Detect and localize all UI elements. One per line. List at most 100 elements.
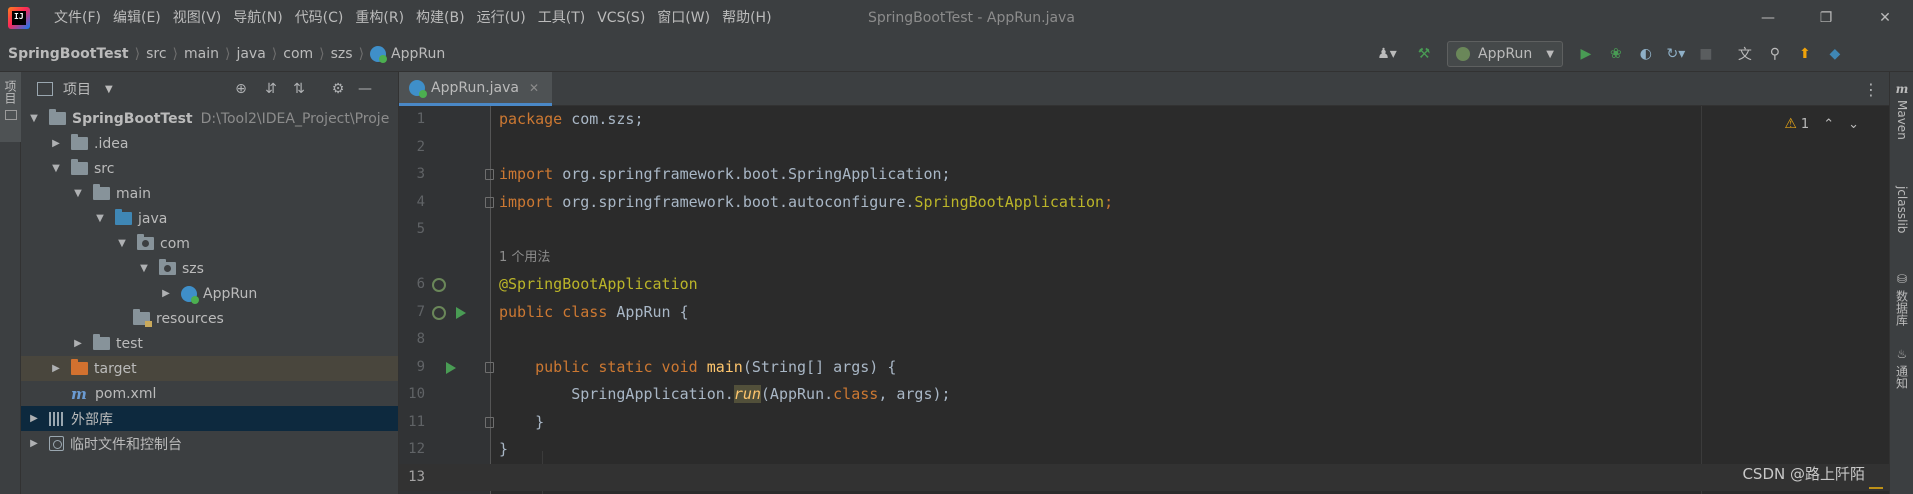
- code-line[interactable]: 11 }: [399, 409, 1889, 437]
- tree-row-java[interactable]: ▼ java: [21, 206, 398, 231]
- maven-tool-tab[interactable]: m Maven: [1890, 82, 1913, 140]
- breadcrumb-src[interactable]: src: [146, 46, 166, 62]
- menu-edit[interactable]: 编辑(E): [107, 0, 167, 36]
- stop-icon[interactable]: ■: [1694, 42, 1718, 66]
- chevron-right-icon[interactable]: ▶: [49, 138, 63, 149]
- tree-row-resources[interactable]: ▶ resources: [21, 306, 398, 331]
- collapse-all-icon[interactable]: ⇅: [289, 79, 309, 99]
- more-vertical-icon[interactable]: ⋮: [1863, 80, 1879, 99]
- chevron-right-icon[interactable]: ▶: [159, 288, 173, 299]
- menu-code[interactable]: 代码(C): [289, 0, 350, 36]
- menu-help[interactable]: 帮助(H): [716, 0, 777, 36]
- chevron-right-icon[interactable]: ▶: [27, 438, 41, 449]
- locate-file-icon[interactable]: ⊕: [231, 79, 251, 99]
- notifications-tool-tab[interactable]: ♨ 通知: [1890, 347, 1913, 389]
- menu-window[interactable]: 窗口(W): [651, 0, 716, 36]
- run-gutter-icon[interactable]: [446, 361, 456, 374]
- tree-row-szs[interactable]: ▼ szs: [21, 256, 398, 281]
- breadcrumb-main[interactable]: main: [184, 46, 219, 62]
- code-line[interactable]: 10 SpringApplication.run(AppRun.class, a…: [399, 381, 1889, 409]
- code-line[interactable]: 8: [399, 326, 1889, 354]
- code-line[interactable]: 2: [399, 134, 1889, 162]
- chevron-down-icon[interactable]: ▼: [71, 188, 85, 199]
- project-view-label[interactable]: 项目: [63, 79, 91, 99]
- translate-icon[interactable]: 文: [1733, 42, 1757, 66]
- code-line[interactable]: 6 @SpringBootApplication: [399, 271, 1889, 299]
- breadcrumb-apprun[interactable]: AppRun: [391, 46, 445, 62]
- search-icon[interactable]: ⚲: [1763, 42, 1787, 66]
- database-tool-tab[interactable]: ⛁ 数据库: [1890, 272, 1913, 326]
- breadcrumb-szs[interactable]: szs: [331, 46, 353, 62]
- plugin-icon[interactable]: ◆: [1823, 42, 1847, 66]
- code-line[interactable]: 12 }: [399, 436, 1889, 464]
- close-window-icon[interactable]: ✕: [1862, 0, 1908, 36]
- code-line[interactable]: 9 public static void main(String[] args)…: [399, 354, 1889, 382]
- tree-row-apprun[interactable]: ▶ AppRun: [21, 281, 398, 306]
- user-icon[interactable]: ♟▾: [1375, 42, 1399, 66]
- menu-tools[interactable]: 工具(T): [532, 0, 591, 36]
- code-line[interactable]: 1 package com.szs;: [399, 106, 1889, 134]
- hide-panel-icon[interactable]: —: [355, 79, 375, 99]
- menu-vcs[interactable]: VCS(S): [591, 0, 651, 36]
- chevron-down-icon[interactable]: ▼: [27, 113, 41, 124]
- tree-row-external-libraries[interactable]: ▶ 外部库: [21, 406, 398, 431]
- profile-icon[interactable]: ↻▾: [1664, 42, 1688, 66]
- breadcrumb-com[interactable]: com: [283, 46, 313, 62]
- menu-run[interactable]: 运行(U): [471, 0, 532, 36]
- debug-icon[interactable]: ❀: [1604, 42, 1628, 66]
- jclasslib-tool-label: jclasslib: [1895, 186, 1909, 234]
- code-line[interactable]: 7 public class AppRun {: [399, 299, 1889, 327]
- editor-tab-apprun[interactable]: AppRun.java ✕: [399, 72, 552, 106]
- expand-all-icon[interactable]: ⇵: [261, 79, 281, 99]
- build-hammer-icon[interactable]: ⚒: [1412, 42, 1436, 66]
- tree-row-main[interactable]: ▼ main: [21, 181, 398, 206]
- chevron-down-icon[interactable]: ▼: [115, 238, 129, 249]
- code-line[interactable]: 5: [399, 216, 1889, 244]
- warning-stripe-marker[interactable]: [1869, 487, 1883, 489]
- breadcrumb-java[interactable]: java: [236, 46, 265, 62]
- fold-icon[interactable]: [485, 416, 494, 428]
- menu-build[interactable]: 构建(B): [410, 0, 471, 36]
- tree-row-idea[interactable]: ▶ .idea: [21, 131, 398, 156]
- tree-row-com[interactable]: ▼ com: [21, 231, 398, 256]
- chevron-right-icon[interactable]: ▶: [49, 363, 63, 374]
- project-tool-tab[interactable]: 项目: [0, 72, 21, 142]
- usage-hint[interactable]: 1 个用法: [499, 244, 550, 272]
- tree-row-target[interactable]: ▶ target: [21, 356, 398, 381]
- gear-icon[interactable]: ⚙: [328, 79, 348, 99]
- tree-row-scratches[interactable]: ▶ 临时文件和控制台: [21, 431, 398, 456]
- chevron-down-icon[interactable]: ▼: [49, 163, 63, 174]
- close-tab-icon[interactable]: ✕: [529, 81, 539, 95]
- tree-row-test[interactable]: ▶ test: [21, 331, 398, 356]
- left-tool-stripe: 项目: [0, 72, 21, 494]
- code-line-current[interactable]: 13: [399, 463, 1889, 491]
- chevron-right-icon[interactable]: ▶: [27, 413, 41, 424]
- chevron-right-icon[interactable]: ▶: [71, 338, 85, 349]
- chevron-down-icon[interactable]: ▼: [137, 263, 151, 274]
- menu-view[interactable]: 视图(V): [167, 0, 228, 36]
- spring-bean-gutter-icon[interactable]: [432, 278, 446, 292]
- tree-row-pom[interactable]: m pom.xml: [21, 381, 398, 406]
- tree-row-src[interactable]: ▼ src: [21, 156, 398, 181]
- code-line[interactable]: 4 import org.springframework.boot.autoco…: [399, 189, 1889, 217]
- menu-navigate[interactable]: 导航(N): [227, 0, 288, 36]
- tree-row-project-root[interactable]: ▼ SpringBootTest D:\Tool2\IDEA_Project\P…: [21, 106, 398, 131]
- breadcrumb-project[interactable]: SpringBootTest: [8, 46, 129, 62]
- menu-file[interactable]: 文件(F): [48, 0, 107, 36]
- run-gutter-icon[interactable]: [456, 306, 466, 319]
- minimize-icon[interactable]: —: [1745, 0, 1791, 36]
- run-configuration-selector[interactable]: AppRun ▼: [1447, 41, 1563, 67]
- restore-icon[interactable]: ❐: [1803, 0, 1849, 36]
- fold-icon[interactable]: [485, 361, 494, 373]
- code-line[interactable]: 3 import org.springframework.boot.Spring…: [399, 161, 1889, 189]
- run-icon[interactable]: ▶: [1574, 42, 1598, 66]
- spring-bean-gutter-icon[interactable]: [432, 305, 446, 320]
- chevron-down-icon[interactable]: ▼: [105, 84, 113, 95]
- fold-icon[interactable]: [485, 169, 494, 180]
- update-icon[interactable]: ⬆: [1793, 42, 1817, 66]
- coverage-icon[interactable]: ◐: [1634, 42, 1658, 66]
- fold-icon[interactable]: [485, 196, 494, 208]
- jclasslib-tool-tab[interactable]: jclasslib: [1890, 182, 1913, 233]
- chevron-down-icon[interactable]: ▼: [93, 213, 107, 224]
- menu-refactor[interactable]: 重构(R): [349, 0, 410, 36]
